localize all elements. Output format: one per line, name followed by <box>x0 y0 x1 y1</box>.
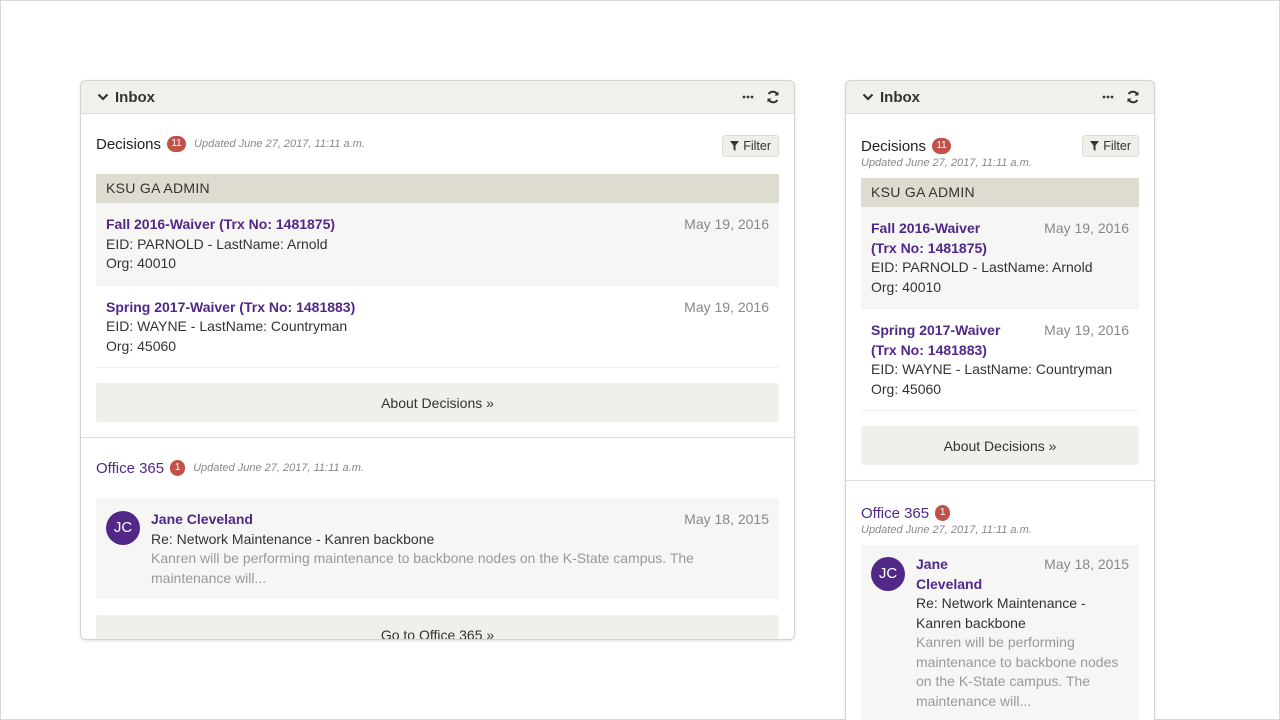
mail-subject: Re: Network Maintenance - Kanren backbon… <box>151 530 435 547</box>
mail-item[interactable]: JC Jane Cleveland May 18, 2015 Re: Netwo… <box>861 545 1139 720</box>
filter-icon <box>1090 141 1100 151</box>
mail-subject: Re: Network Maintenance - Kanren backbon… <box>916 595 1086 631</box>
inbox-widget-wide: Inbox Decisions 11 Updated June 27, 2017… <box>80 80 795 640</box>
filter-button[interactable]: Filter <box>722 135 779 157</box>
inbox-widget-narrow: Inbox Decisions 11 Updated June 27, 2017… <box>845 80 1155 720</box>
filter-label: Filter <box>743 139 771 153</box>
more-icon[interactable] <box>1102 95 1114 99</box>
avatar: JC <box>106 511 140 545</box>
decision-title-link[interactable]: Fall 2016-Waiver (Trx No: 1481875) <box>106 216 335 232</box>
filter-icon <box>730 141 740 151</box>
decisions-header: Decisions 11 Updated June 27, 2017, 11:1… <box>96 114 779 174</box>
decision-title-link[interactable]: Spring 2017-Waiver (Trx No: 1481883) <box>871 321 1006 360</box>
office365-count-badge: 1 <box>170 460 186 476</box>
mail-preview: Kanren will be performing maintenance to… <box>916 634 1119 709</box>
decision-item[interactable]: Spring 2017-Waiver (Trx No: 1481883) May… <box>861 309 1139 411</box>
decision-date: May 19, 2016 <box>1044 220 1129 236</box>
decision-org: Org: 40010 <box>871 278 942 295</box>
office365-header: Office 365 1 Updated June 27, 2017, 11:1… <box>861 481 1139 545</box>
refresh-icon[interactable] <box>766 90 780 104</box>
office365-updated: Updated June 27, 2017, 11:11 a.m. <box>861 524 1032 536</box>
decision-item[interactable]: Fall 2016-Waiver (Trx No: 1481875) May 1… <box>861 207 1139 309</box>
decision-title-link[interactable]: Fall 2016-Waiver (Trx No: 1481875) <box>871 219 1006 258</box>
office365-count-badge: 1 <box>935 505 951 521</box>
decision-eid: EID: WAYNE - LastName: Countryman <box>871 361 1113 377</box>
filter-label: Filter <box>1103 139 1131 153</box>
decision-org: Org: 45060 <box>106 337 177 354</box>
decision-org: Org: 45060 <box>871 380 942 397</box>
decisions-count-badge: 11 <box>167 136 187 152</box>
decision-org: Org: 40010 <box>106 255 177 271</box>
decisions-title: Decisions <box>861 137 927 155</box>
group-header: KSU GA ADMIN <box>861 178 1139 207</box>
decisions-title: Decisions <box>96 135 162 153</box>
refresh-icon[interactable] <box>1126 90 1140 104</box>
office365-section: Office 365 1 Updated June 27, 2017, 11:1… <box>81 438 794 639</box>
about-decisions-button[interactable]: About Decisions » <box>861 426 1139 465</box>
decision-date: May 19, 2016 <box>684 298 769 315</box>
decision-item[interactable]: Spring 2017-Waiver (Trx No: 1481883) May… <box>96 286 779 368</box>
decision-title-link[interactable]: Spring 2017-Waiver (Trx No: 1481883) <box>106 299 355 315</box>
decision-eid: EID: WAYNE - LastName: Countryman <box>106 318 348 334</box>
decision-eid: EID: PARNOLD - LastName: Arnold <box>106 235 328 252</box>
decision-date: May 19, 2016 <box>1044 322 1129 338</box>
widget-title: Inbox <box>880 88 920 106</box>
decisions-updated: Updated June 27, 2017, 11:11 a.m. <box>861 157 1032 169</box>
office365-updated: Updated June 27, 2017, 11:11 a.m. <box>193 462 364 474</box>
about-decisions-button[interactable]: About Decisions » <box>96 383 779 422</box>
decision-eid: EID: PARNOLD - LastName: Arnold <box>871 259 1093 275</box>
mail-sender-link[interactable]: Jane Cleveland <box>151 511 253 527</box>
office365-section: Office 365 1 Updated June 27, 2017, 11:1… <box>846 481 1154 720</box>
go-to-office365-button[interactable]: Go to Office 365 » <box>96 615 779 639</box>
decisions-section: Decisions 11 Updated June 27, 2017, 11:1… <box>81 114 794 437</box>
avatar: JC <box>871 557 905 591</box>
decision-date: May 19, 2016 <box>684 216 769 232</box>
widget-title: Inbox <box>115 88 155 106</box>
more-icon[interactable] <box>742 95 754 99</box>
mail-sender-link[interactable]: Jane Cleveland <box>916 555 996 594</box>
mail-date: May 18, 2015 <box>1044 556 1129 572</box>
office365-title-link[interactable]: Office 365 <box>96 460 164 477</box>
decisions-section: Decisions 11 Updated June 27, 2017, 11:1… <box>846 114 1154 480</box>
decisions-updated: Updated June 27, 2017, 11:11 a.m. <box>194 138 365 150</box>
decisions-count-badge: 11 <box>932 138 952 154</box>
decisions-header: Decisions 11 Updated June 27, 2017, 11:1… <box>861 114 1139 178</box>
filter-button[interactable]: Filter <box>1082 135 1139 157</box>
chevron-down-icon[interactable] <box>862 91 874 103</box>
mail-date: May 18, 2015 <box>684 511 769 527</box>
widget-header: Inbox <box>81 81 794 114</box>
office365-title-link[interactable]: Office 365 <box>861 505 929 522</box>
mail-preview: Kanren will be performing maintenance to… <box>151 550 694 586</box>
widget-header: Inbox <box>846 81 1154 114</box>
group-header: KSU GA ADMIN <box>96 174 779 203</box>
office365-header: Office 365 1 Updated June 27, 2017, 11:1… <box>96 438 779 498</box>
decision-item[interactable]: Fall 2016-Waiver (Trx No: 1481875) May 1… <box>96 203 779 286</box>
chevron-down-icon[interactable] <box>97 91 109 103</box>
mail-item[interactable]: JC Jane Cleveland May 18, 2015 Re: Netwo… <box>96 498 779 599</box>
